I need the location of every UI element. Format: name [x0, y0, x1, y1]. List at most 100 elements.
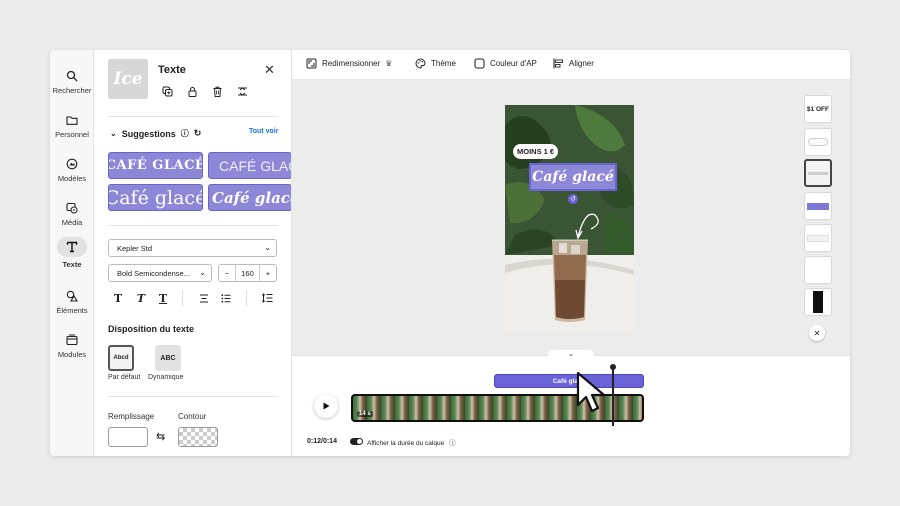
layout-preview: Abcd	[113, 355, 129, 361]
duplicate-icon[interactable]	[160, 84, 174, 98]
increase-size-button[interactable]: +	[260, 265, 276, 281]
italic-button[interactable]: T	[134, 291, 148, 305]
fill-label: Remplissage	[108, 412, 155, 421]
page-thumbnail[interactable]	[804, 192, 832, 220]
chevron-down-icon: ⌄	[199, 268, 206, 277]
folder-icon	[66, 115, 78, 125]
suggestion-chip[interactable]: CAFÉ GLACÉ	[208, 152, 291, 179]
font-size-value[interactable]: 160	[235, 265, 260, 281]
layout-dynamic-option[interactable]: ABC	[155, 345, 181, 371]
rail-label: Texte	[62, 260, 82, 269]
page-thumbnail[interactable]	[804, 128, 832, 156]
rail-item-search[interactable]: Rechercher	[50, 62, 94, 102]
close-icon[interactable]: ✕	[809, 325, 825, 341]
artboard[interactable]: MOINS 1 € Café glacé ↺	[505, 105, 634, 333]
discount-badge[interactable]: MOINS 1 €	[513, 144, 559, 159]
rail-label: Modèles	[57, 173, 87, 183]
panel-title: Texte	[158, 64, 186, 76]
outline-swatch[interactable]	[178, 427, 218, 447]
underline-button[interactable]: T	[156, 291, 170, 305]
layout-label: Par défaut	[108, 374, 141, 381]
page-thumbnail[interactable]: $1 OFF	[804, 95, 832, 123]
headline-text: Café glacé	[532, 169, 614, 185]
rail-item-personal[interactable]: Personnel	[50, 106, 94, 146]
collapse-timeline-button[interactable]: ⌄	[548, 350, 594, 360]
page-thumbnail[interactable]	[804, 288, 832, 316]
media-icon	[66, 202, 78, 214]
timecode: 0:12/0:14	[307, 438, 337, 445]
align-center-icon[interactable]	[197, 291, 211, 305]
refresh-icon[interactable]: ↻	[194, 128, 202, 139]
page-thumbnail[interactable]	[804, 224, 832, 252]
crown-icon: ♛	[385, 59, 393, 68]
show-duration-toggle[interactable]	[350, 438, 363, 445]
font-family-select[interactable]: Kepler Std ⌄	[108, 239, 277, 257]
info-icon: ⓘ	[449, 440, 456, 447]
rail-item-media[interactable]: Média	[50, 194, 94, 234]
trash-icon[interactable]	[210, 84, 224, 98]
page-thumbnail-selected[interactable]	[804, 159, 832, 187]
playhead[interactable]	[610, 364, 616, 426]
rotate-handle-icon[interactable]: ↺	[568, 194, 578, 204]
headline-text-selected[interactable]: Café glacé	[529, 163, 617, 191]
rail-item-text[interactable]: Texte	[50, 233, 94, 273]
background-color-label: Couleur d'AP	[490, 59, 537, 68]
suggestion-chip[interactable]: Café glacé	[208, 184, 291, 211]
rail-item-modules[interactable]: Modules	[50, 326, 94, 366]
thumbnail-line	[808, 171, 828, 175]
list-icon[interactable]	[219, 291, 233, 305]
text-panel: Ice Texte ✕ ⌄ Suggestions ⓘ ↻ Tout voir …	[94, 50, 292, 456]
layout-default-option[interactable]: Abcd	[108, 345, 134, 371]
palette-icon	[415, 58, 426, 69]
rail-label: Rechercher	[52, 85, 92, 95]
layout-title: Disposition du texte	[108, 324, 195, 334]
divider	[246, 290, 247, 306]
thumbnail-bar	[807, 202, 829, 210]
theme-button[interactable]: Thème	[415, 58, 456, 69]
iced-coffee-photo	[505, 105, 634, 333]
rail-item-elements[interactable]: Éléments	[50, 282, 94, 322]
layout-label: Dynamique	[148, 374, 184, 381]
thumbnail-bar	[807, 234, 829, 242]
page-thumbnail[interactable]	[804, 256, 832, 284]
resize-button[interactable]: Redimensionner ♛	[306, 58, 392, 69]
font-weight-select[interactable]: Bold Semicondense... ⌄	[108, 264, 212, 282]
font-weight-value: Bold Semicondense...	[117, 268, 190, 278]
layer-thumbnail: Ice	[108, 59, 148, 99]
canvas-area: MOINS 1 € Café glacé ↺ $1 OFF ✕	[292, 80, 850, 355]
rail-label: Éléments	[56, 305, 88, 315]
suggestions-label: Suggestions	[121, 128, 176, 139]
bold-button[interactable]: T	[111, 291, 125, 305]
suggestion-chip[interactable]: CAFÉ GLACÉ	[108, 152, 203, 179]
close-icon[interactable]: ✕	[264, 62, 275, 78]
play-icon	[323, 402, 330, 410]
swap-icon[interactable]: ⇆	[156, 430, 165, 443]
lock-icon[interactable]	[185, 84, 199, 98]
align-button[interactable]: Aligner	[553, 58, 594, 69]
top-toolbar: Redimensionner ♛ Thème Couleur d'AP Alig…	[292, 50, 850, 80]
arrange-icon[interactable]	[235, 84, 249, 98]
layout-preview: ABC	[160, 354, 176, 362]
rail-active-pill	[57, 237, 87, 257]
decrease-size-button[interactable]: −	[219, 265, 235, 281]
font-size-stepper: − 160 +	[218, 264, 277, 282]
chevron-down-icon: ⌄	[110, 129, 117, 138]
search-icon	[66, 70, 78, 81]
show-duration-text: Afficher la durée du calque	[367, 440, 445, 447]
fill-swatch[interactable]	[108, 427, 148, 447]
background-color-button[interactable]: Couleur d'AP	[474, 58, 537, 69]
play-button[interactable]	[314, 394, 338, 418]
timeline: ⌄ Café glacé 14 s 0:12/0:14 Afficher la …	[292, 350, 850, 456]
suggestion-chip[interactable]: Café glacé	[108, 184, 203, 211]
outline-label: Contour	[178, 412, 207, 421]
elements-icon	[66, 290, 78, 302]
suggestions-header[interactable]: ⌄ Suggestions ⓘ ↻	[110, 128, 201, 139]
app-window: Rechercher Personnel Modèles Média Texte…	[50, 50, 850, 456]
rail-item-templates[interactable]: Modèles	[50, 150, 94, 190]
line-spacing-icon[interactable]	[260, 291, 274, 305]
font-family-value: Kepler Std	[117, 243, 153, 253]
text-clip[interactable]: Café glacé	[494, 374, 644, 388]
resize-label: Redimensionner	[322, 59, 381, 68]
show-duration-label: Afficher la durée du calque ⓘ	[367, 437, 456, 447]
see-all-link[interactable]: Tout voir	[249, 128, 278, 135]
